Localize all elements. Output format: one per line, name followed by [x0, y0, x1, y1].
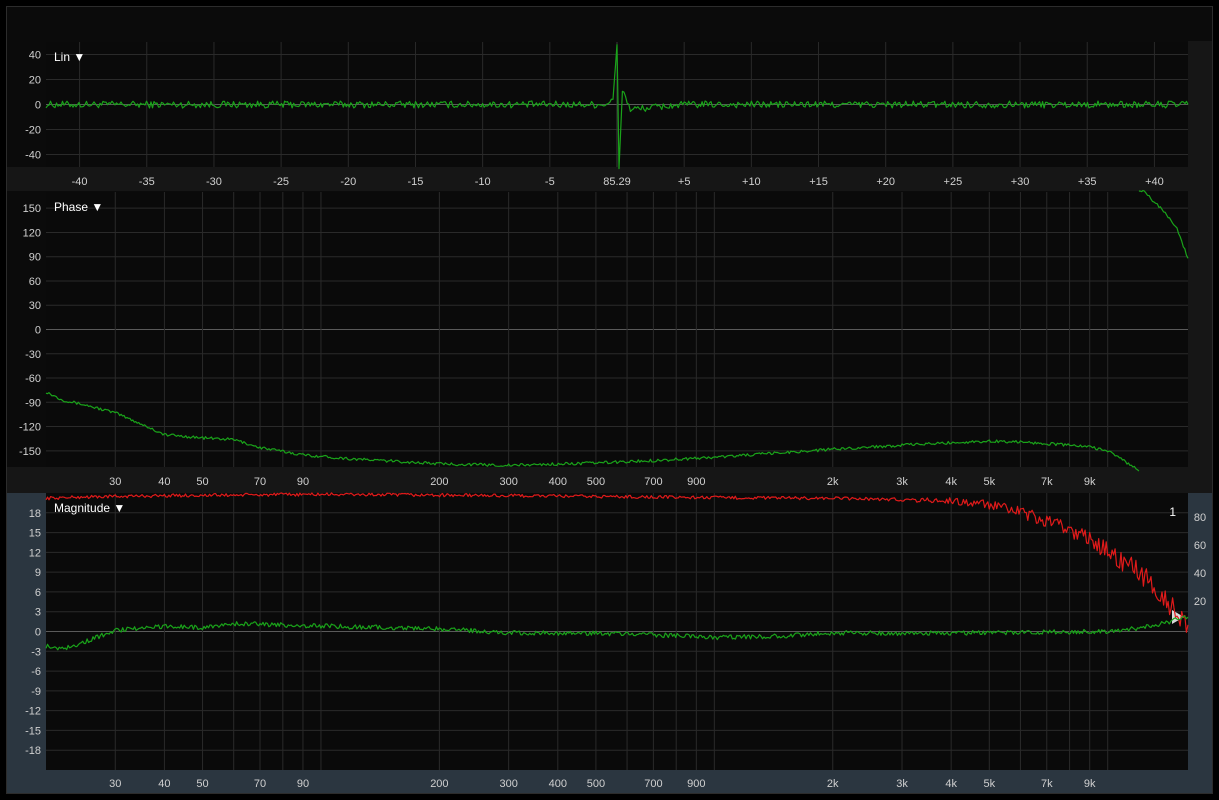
analyzer-chart: 40200-20-40-40 -35 -30 -25 -20 -15 -10 -5 85.29 +… — [7, 41, 1212, 793]
magnitude-x-tick-label: 500 — [587, 778, 605, 790]
magnitude-y-tick-label: 15 — [29, 528, 41, 540]
impulse-x-tick-label: +40 — [1145, 176, 1164, 188]
impulse-x-tick-label: -10 — [475, 176, 491, 188]
impulse-x-tick-label: +15 — [809, 176, 828, 188]
magnitude-y-tick-label: -18 — [25, 745, 41, 757]
magnitude-x-tick-label: 30 — [109, 778, 121, 790]
magnitude-right-top-label: 1 — [1169, 505, 1176, 519]
magnitude-right-axis-band — [1188, 493, 1212, 793]
phase-y-tick-label: -150 — [19, 446, 41, 458]
impulse-x-tick-label: +25 — [944, 176, 963, 188]
phase-y-tick-label: -90 — [25, 397, 41, 409]
magnitude-y-tick-label: 12 — [29, 547, 41, 559]
magnitude-right-tick-label: 40 — [1194, 568, 1206, 580]
phase-y-tick-label: 30 — [29, 300, 41, 312]
phase-x-tick-label: 50 — [196, 476, 208, 488]
impulse-x-tick-label: +10 — [742, 176, 761, 188]
impulse-x-tick-label: -5 — [545, 176, 555, 188]
magnitude-menu-label[interactable]: Magnitude ▼ — [54, 501, 125, 515]
impulse-x-tick-label: -40 — [72, 176, 88, 188]
magnitude-x-tick-label: 5k — [983, 778, 995, 790]
phase-x-tick-label: 300 — [499, 476, 517, 488]
impulse-x-tick-label: -35 — [139, 176, 155, 188]
phase-y-tick-label: 60 — [29, 276, 41, 288]
impulse-menu-label[interactable]: Lin ▼ — [54, 50, 85, 64]
magnitude-x-tick-label: 700 — [644, 778, 662, 790]
phase-x-tick-label: 700 — [644, 476, 662, 488]
magnitude-y-tick-label: -15 — [25, 725, 41, 737]
magnitude-x-tick-label: 7k — [1041, 778, 1053, 790]
phase-x-tick-label: 2k — [827, 476, 839, 488]
magnitude-y-tick-label: 6 — [35, 587, 41, 599]
phase-x-tick-label: 5k — [983, 476, 995, 488]
impulse-y-tick-label: 20 — [29, 75, 41, 87]
phase-x-tick-label: 30 — [109, 476, 121, 488]
impulse-x-tick-label: +35 — [1078, 176, 1097, 188]
magnitude-x-tick-label: 900 — [687, 778, 705, 790]
impulse-x-tick-label: -30 — [206, 176, 222, 188]
phase-y-tick-label: 90 — [29, 252, 41, 264]
phase-x-tick-label: 4k — [945, 476, 957, 488]
magnitude-x-tick-label: 90 — [297, 778, 309, 790]
phase-y-tick-label: -60 — [25, 373, 41, 385]
magnitude-y-tick-label: 9 — [35, 567, 41, 579]
impulse-y-tick-label: -40 — [25, 150, 41, 162]
impulse-y-tick-label: 0 — [35, 100, 41, 112]
magnitude-x-tick-label: 300 — [499, 778, 517, 790]
phase-x-tick-label: 3k — [896, 476, 908, 488]
magnitude-x-tick-label: 2k — [827, 778, 839, 790]
magnitude-x-tick-label: 70 — [254, 778, 266, 790]
phase-menu-label[interactable]: Phase ▼ — [54, 200, 103, 214]
magnitude-x-tick-label: 50 — [196, 778, 208, 790]
magnitude-y-tick-label: -6 — [31, 666, 41, 678]
impulse-x-tick-label: +20 — [876, 176, 895, 188]
impulse-y-tick-label: -20 — [25, 125, 41, 137]
phase-x-tick-label: 90 — [297, 476, 309, 488]
impulse-x-tick-label: 85.29 — [603, 176, 631, 188]
phase-x-tick-label: 9k — [1084, 476, 1096, 488]
impulse-x-tick-label: +5 — [678, 176, 691, 188]
impulse-x-tick-label: -20 — [340, 176, 356, 188]
impulse-y-tick-label: 40 — [29, 50, 41, 62]
magnitude-right-tick-label: 80 — [1194, 512, 1206, 524]
phase-x-tick-label: 40 — [158, 476, 170, 488]
phase-y-tick-label: -30 — [25, 349, 41, 361]
magnitude-x-tick-label: 40 — [158, 778, 170, 790]
phase-x-tick-label: 900 — [687, 476, 705, 488]
magnitude-x-tick-label: 9k — [1084, 778, 1096, 790]
magnitude-right-tick-label: 20 — [1194, 596, 1206, 608]
magnitude-x-tick-label: 200 — [430, 778, 448, 790]
impulse-x-tick-label: -15 — [408, 176, 424, 188]
magnitude-x-tick-label: 4k — [945, 778, 957, 790]
phase-x-axis-band — [7, 467, 1212, 493]
magnitude-right-tick-label: 60 — [1194, 540, 1206, 552]
magnitude-y-tick-label: 3 — [35, 607, 41, 619]
phase-y-tick-label: -120 — [19, 422, 41, 434]
magnitude-x-tick-label: 400 — [549, 778, 567, 790]
phase-y-tick-label: 150 — [23, 203, 41, 215]
impulse-x-tick-label: -25 — [273, 176, 289, 188]
phase-x-tick-label: 400 — [549, 476, 567, 488]
phase-x-tick-label: 500 — [587, 476, 605, 488]
impulse-x-tick-label: +30 — [1011, 176, 1030, 188]
right-axis-band-top — [1188, 41, 1212, 467]
magnitude-y-tick-label: -3 — [31, 646, 41, 658]
phase-x-tick-label: 7k — [1041, 476, 1053, 488]
phase-y-tick-label: 120 — [23, 227, 41, 239]
phase-y-tick-label: 0 — [35, 325, 41, 337]
magnitude-y-tick-label: -12 — [25, 706, 41, 718]
magnitude-y-tick-label: -9 — [31, 686, 41, 698]
magnitude-y-tick-label: 0 — [35, 627, 41, 639]
phase-x-tick-label: 70 — [254, 476, 266, 488]
magnitude-x-axis-band — [46, 770, 1188, 793]
magnitude-y-tick-label: 18 — [29, 508, 41, 520]
magnitude-x-tick-label: 3k — [896, 778, 908, 790]
phase-x-tick-label: 200 — [430, 476, 448, 488]
